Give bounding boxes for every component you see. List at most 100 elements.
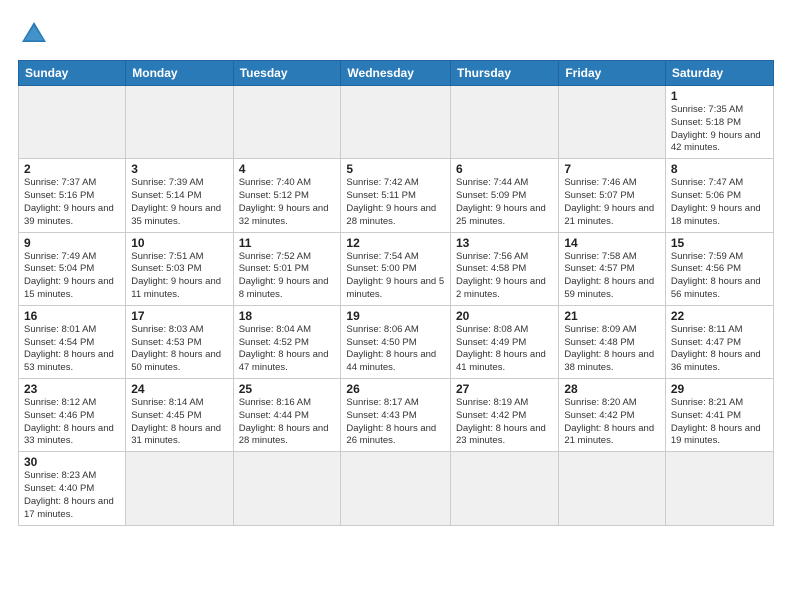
weekday-wednesday: Wednesday	[341, 61, 451, 86]
day-cell: 15Sunrise: 7:59 AM Sunset: 4:56 PM Dayli…	[665, 232, 773, 305]
day-number: 26	[346, 382, 445, 396]
day-number: 6	[456, 162, 553, 176]
day-info: Sunrise: 7:39 AM Sunset: 5:14 PM Dayligh…	[131, 177, 227, 228]
weekday-header-row: SundayMondayTuesdayWednesdayThursdayFrid…	[19, 61, 774, 86]
day-info: Sunrise: 8:01 AM Sunset: 4:54 PM Dayligh…	[24, 324, 120, 375]
day-cell: 23Sunrise: 8:12 AM Sunset: 4:46 PM Dayli…	[19, 379, 126, 452]
day-cell: 10Sunrise: 7:51 AM Sunset: 5:03 PM Dayli…	[126, 232, 233, 305]
day-info: Sunrise: 8:11 AM Sunset: 4:47 PM Dayligh…	[671, 324, 768, 375]
day-cell	[233, 452, 341, 525]
day-info: Sunrise: 8:14 AM Sunset: 4:45 PM Dayligh…	[131, 397, 227, 448]
day-cell	[559, 452, 666, 525]
week-row-0: 1Sunrise: 7:35 AM Sunset: 5:18 PM Daylig…	[19, 86, 774, 159]
day-info: Sunrise: 8:20 AM Sunset: 4:42 PM Dayligh…	[564, 397, 660, 448]
day-cell	[451, 452, 559, 525]
day-info: Sunrise: 8:08 AM Sunset: 4:49 PM Dayligh…	[456, 324, 553, 375]
logo-icon	[18, 18, 50, 50]
day-cell: 5Sunrise: 7:42 AM Sunset: 5:11 PM Daylig…	[341, 159, 451, 232]
day-info: Sunrise: 8:06 AM Sunset: 4:50 PM Dayligh…	[346, 324, 445, 375]
day-cell: 16Sunrise: 8:01 AM Sunset: 4:54 PM Dayli…	[19, 305, 126, 378]
day-cell: 13Sunrise: 7:56 AM Sunset: 4:58 PM Dayli…	[451, 232, 559, 305]
day-info: Sunrise: 7:46 AM Sunset: 5:07 PM Dayligh…	[564, 177, 660, 228]
day-cell: 8Sunrise: 7:47 AM Sunset: 5:06 PM Daylig…	[665, 159, 773, 232]
day-cell: 26Sunrise: 8:17 AM Sunset: 4:43 PM Dayli…	[341, 379, 451, 452]
day-cell	[233, 86, 341, 159]
weekday-monday: Monday	[126, 61, 233, 86]
day-info: Sunrise: 7:44 AM Sunset: 5:09 PM Dayligh…	[456, 177, 553, 228]
day-info: Sunrise: 7:58 AM Sunset: 4:57 PM Dayligh…	[564, 251, 660, 302]
day-number: 24	[131, 382, 227, 396]
day-info: Sunrise: 7:35 AM Sunset: 5:18 PM Dayligh…	[671, 104, 768, 155]
day-number: 12	[346, 236, 445, 250]
day-info: Sunrise: 7:40 AM Sunset: 5:12 PM Dayligh…	[239, 177, 336, 228]
week-row-3: 16Sunrise: 8:01 AM Sunset: 4:54 PM Dayli…	[19, 305, 774, 378]
day-number: 27	[456, 382, 553, 396]
day-number: 9	[24, 236, 120, 250]
day-cell: 27Sunrise: 8:19 AM Sunset: 4:42 PM Dayli…	[451, 379, 559, 452]
day-info: Sunrise: 8:03 AM Sunset: 4:53 PM Dayligh…	[131, 324, 227, 375]
day-cell: 30Sunrise: 8:23 AM Sunset: 4:40 PM Dayli…	[19, 452, 126, 525]
day-info: Sunrise: 7:52 AM Sunset: 5:01 PM Dayligh…	[239, 251, 336, 302]
day-cell: 25Sunrise: 8:16 AM Sunset: 4:44 PM Dayli…	[233, 379, 341, 452]
day-number: 7	[564, 162, 660, 176]
day-number: 16	[24, 309, 120, 323]
day-number: 23	[24, 382, 120, 396]
day-cell	[126, 86, 233, 159]
day-info: Sunrise: 7:56 AM Sunset: 4:58 PM Dayligh…	[456, 251, 553, 302]
page: SundayMondayTuesdayWednesdayThursdayFrid…	[0, 0, 792, 612]
day-number: 29	[671, 382, 768, 396]
day-number: 14	[564, 236, 660, 250]
logo	[18, 18, 54, 50]
day-cell: 20Sunrise: 8:08 AM Sunset: 4:49 PM Dayli…	[451, 305, 559, 378]
day-info: Sunrise: 8:04 AM Sunset: 4:52 PM Dayligh…	[239, 324, 336, 375]
day-number: 5	[346, 162, 445, 176]
day-info: Sunrise: 7:42 AM Sunset: 5:11 PM Dayligh…	[346, 177, 445, 228]
day-cell	[665, 452, 773, 525]
day-cell: 28Sunrise: 8:20 AM Sunset: 4:42 PM Dayli…	[559, 379, 666, 452]
day-number: 28	[564, 382, 660, 396]
day-number: 4	[239, 162, 336, 176]
day-cell: 9Sunrise: 7:49 AM Sunset: 5:04 PM Daylig…	[19, 232, 126, 305]
day-number: 8	[671, 162, 768, 176]
weekday-tuesday: Tuesday	[233, 61, 341, 86]
day-number: 25	[239, 382, 336, 396]
day-cell: 7Sunrise: 7:46 AM Sunset: 5:07 PM Daylig…	[559, 159, 666, 232]
day-cell	[559, 86, 666, 159]
day-cell	[341, 452, 451, 525]
day-number: 17	[131, 309, 227, 323]
day-cell: 11Sunrise: 7:52 AM Sunset: 5:01 PM Dayli…	[233, 232, 341, 305]
day-cell	[19, 86, 126, 159]
header	[18, 18, 774, 50]
day-number: 22	[671, 309, 768, 323]
calendar: SundayMondayTuesdayWednesdayThursdayFrid…	[18, 60, 774, 526]
day-cell	[126, 452, 233, 525]
day-number: 21	[564, 309, 660, 323]
day-cell: 19Sunrise: 8:06 AM Sunset: 4:50 PM Dayli…	[341, 305, 451, 378]
day-number: 13	[456, 236, 553, 250]
day-cell: 2Sunrise: 7:37 AM Sunset: 5:16 PM Daylig…	[19, 159, 126, 232]
day-number: 18	[239, 309, 336, 323]
day-info: Sunrise: 7:51 AM Sunset: 5:03 PM Dayligh…	[131, 251, 227, 302]
day-number: 1	[671, 89, 768, 103]
weekday-sunday: Sunday	[19, 61, 126, 86]
day-cell: 14Sunrise: 7:58 AM Sunset: 4:57 PM Dayli…	[559, 232, 666, 305]
weekday-friday: Friday	[559, 61, 666, 86]
day-number: 2	[24, 162, 120, 176]
day-number: 15	[671, 236, 768, 250]
day-number: 19	[346, 309, 445, 323]
day-info: Sunrise: 7:59 AM Sunset: 4:56 PM Dayligh…	[671, 251, 768, 302]
day-number: 11	[239, 236, 336, 250]
weekday-saturday: Saturday	[665, 61, 773, 86]
day-cell: 4Sunrise: 7:40 AM Sunset: 5:12 PM Daylig…	[233, 159, 341, 232]
day-number: 30	[24, 455, 120, 469]
day-info: Sunrise: 8:16 AM Sunset: 4:44 PM Dayligh…	[239, 397, 336, 448]
day-cell: 17Sunrise: 8:03 AM Sunset: 4:53 PM Dayli…	[126, 305, 233, 378]
day-info: Sunrise: 8:19 AM Sunset: 4:42 PM Dayligh…	[456, 397, 553, 448]
weekday-thursday: Thursday	[451, 61, 559, 86]
day-cell: 3Sunrise: 7:39 AM Sunset: 5:14 PM Daylig…	[126, 159, 233, 232]
day-info: Sunrise: 7:37 AM Sunset: 5:16 PM Dayligh…	[24, 177, 120, 228]
day-cell: 12Sunrise: 7:54 AM Sunset: 5:00 PM Dayli…	[341, 232, 451, 305]
day-info: Sunrise: 7:54 AM Sunset: 5:00 PM Dayligh…	[346, 251, 445, 302]
day-cell: 6Sunrise: 7:44 AM Sunset: 5:09 PM Daylig…	[451, 159, 559, 232]
day-info: Sunrise: 8:12 AM Sunset: 4:46 PM Dayligh…	[24, 397, 120, 448]
